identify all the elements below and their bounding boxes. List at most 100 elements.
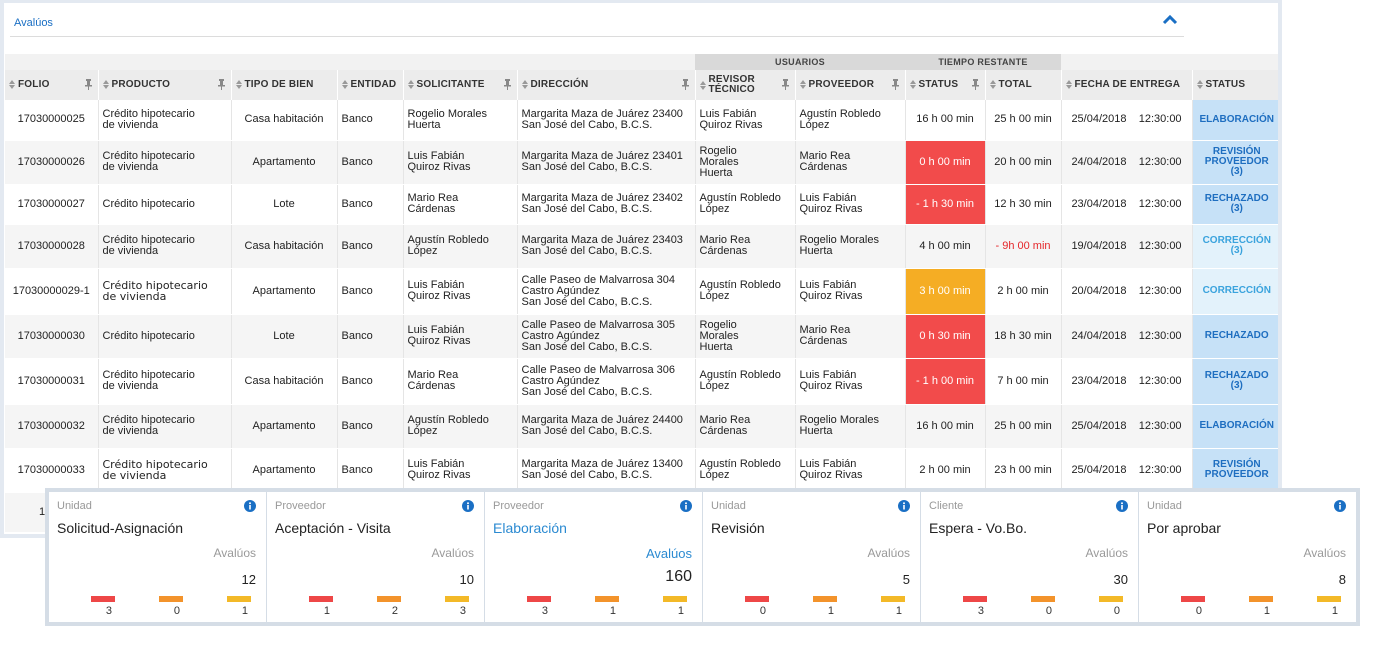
col-producto-header[interactable]: PRODUCTO	[98, 70, 232, 100]
col-tiempo-status-header[interactable]: STATUS	[905, 70, 986, 100]
kpi-bar	[527, 596, 551, 602]
sort-icon[interactable]	[407, 80, 414, 90]
sort-icon[interactable]	[9, 80, 15, 90]
pin-icon[interactable]	[681, 79, 689, 90]
cell-tipo-de-bien: Casa habitación	[231, 224, 338, 269]
pin-icon[interactable]	[891, 79, 899, 90]
cell-fecha-entrega: 25/04/2018 12:30:00	[1061, 448, 1193, 493]
sort-icon[interactable]	[1196, 80, 1203, 90]
kpi-value: 3	[459, 605, 466, 617]
table-row[interactable]: 17030000031 Crédito hipotecario de viviend…	[5, 358, 1278, 405]
info-icon[interactable]	[244, 500, 256, 512]
status-badge[interactable]: ELABORACIÓN	[1192, 100, 1278, 141]
cell-entidad: Banco	[337, 140, 404, 185]
cell-producto: Crédito hipotecario de vivienda	[98, 100, 232, 141]
summary-card[interactable]: Unidad Solicitud-Asignación Avalúos 12 3 0 1	[49, 492, 266, 622]
info-icon[interactable]	[680, 500, 692, 512]
kpi-value: 1	[323, 605, 330, 617]
kpi-bar	[595, 596, 619, 602]
table-row[interactable]: 17030000032 Crédito hipotecario de viviend…	[5, 404, 1278, 449]
col-tiempo-total-header[interactable]: TOTAL	[985, 70, 1062, 100]
kpi-bar	[1099, 596, 1123, 602]
kpi-bar	[159, 596, 183, 602]
cell-tipo-de-bien: Lote	[231, 184, 338, 225]
cell-producto: Crédito hipotecario de vivienda	[98, 268, 232, 315]
summary-card[interactable]: Proveedor Aceptación - Visita Avalúos 10 1 2 3	[267, 492, 484, 622]
col-direccion-header[interactable]: DIRECCIÓN	[517, 70, 696, 100]
table-row[interactable]: 17030000026 Crédito hipotecario de viviend…	[5, 140, 1278, 185]
col-proveedor-header[interactable]: PROVEEDOR	[795, 70, 906, 100]
cell-folio: 17030000032	[5, 404, 99, 449]
status-badge[interactable]: CORRECCIÓN (3)	[1192, 224, 1278, 269]
kpi-orange: 1	[813, 596, 837, 617]
kpi-value: 3	[541, 605, 548, 617]
sort-icon[interactable]	[235, 80, 242, 90]
sort-icon[interactable]	[909, 80, 916, 90]
table-row[interactable]: 17030000029-1 Crédito hipotecario de vivie…	[5, 268, 1278, 315]
summary-card[interactable]: Cliente Espera - Vo.Bo. Avalúos 30 3 0 0	[921, 492, 1138, 622]
status-badge[interactable]: RECHAZADO (3)	[1192, 358, 1278, 405]
kpi-bar	[881, 596, 905, 602]
status-badge[interactable]: RECHAZADO (3)	[1192, 184, 1278, 225]
col-revisor-tecnico-header[interactable]: REVISOR TÉCNICO	[695, 70, 796, 100]
cell-fecha-entrega: 24/04/2018 12:30:00	[1061, 314, 1193, 359]
table-row[interactable]: 17030000028 Crédito hipotecario de viviend…	[5, 224, 1278, 269]
cell-revisor: Agustín Robledo López	[695, 448, 796, 493]
kpi-red: 3	[527, 596, 551, 617]
sort-icon[interactable]	[799, 80, 806, 90]
pin-icon[interactable]	[503, 79, 511, 90]
info-icon[interactable]	[462, 500, 474, 512]
chevron-up-icon[interactable]	[1162, 13, 1178, 27]
kpi-yellow: 1	[663, 596, 687, 617]
card-caption: Avalúos	[1085, 546, 1128, 560]
col-tipo-de-bien-header[interactable]: TIPO DE BIEN	[231, 70, 338, 100]
col-entidad-header[interactable]: ENTIDAD	[337, 70, 404, 100]
pin-icon[interactable]	[781, 79, 789, 90]
pin-icon[interactable]	[84, 79, 92, 90]
table-row[interactable]: 17030000030 Crédito hipotecario Lote Banco L…	[5, 314, 1278, 359]
pin-icon[interactable]	[971, 79, 979, 90]
sort-icon[interactable]	[1065, 80, 1072, 90]
sort-icon[interactable]	[521, 80, 528, 90]
summary-card[interactable]: Unidad Revisión Avalúos 5 0 1 1	[703, 492, 920, 622]
cell-direccion: Margarita Maza de Juárez 24400 San José d…	[517, 404, 696, 449]
card-role: Cliente	[929, 500, 964, 512]
col-status-header[interactable]: STATUS	[1192, 70, 1278, 100]
cell-tiempo-status: 0 h 00 min	[905, 140, 986, 185]
table-row[interactable]: 17030000033 Crédito hipotecario de viviend…	[5, 448, 1278, 493]
summary-card[interactable]: Unidad Por aprobar Avalúos 8 0 1 1	[1139, 492, 1356, 622]
sort-icon[interactable]	[341, 80, 348, 90]
status-badge[interactable]: REVISIÓN PROVEEDOR	[1192, 448, 1278, 493]
card-stage: Solicitud-Asignación	[57, 520, 184, 536]
summary-card[interactable]: Proveedor Elaboración Avalúos 160 3 1 1	[485, 492, 702, 622]
status-badge[interactable]: ELABORACIÓN	[1192, 404, 1278, 449]
table-row[interactable]: 17030000027 Crédito hipotecario Lote Banco M…	[5, 184, 1278, 225]
col-folio-header[interactable]: FOLIO	[5, 70, 99, 100]
status-badge[interactable]: REVISIÓN PROVEEDOR (3)	[1192, 140, 1278, 185]
table-row[interactable]: 17030000025 Crédito hipotecario de viviend…	[5, 100, 1278, 141]
cell-tipo-de-bien: Apartamento	[231, 140, 338, 185]
info-icon[interactable]	[1334, 500, 1346, 512]
kpi-value: 1	[241, 605, 248, 617]
sort-icon[interactable]	[102, 80, 109, 90]
cell-proveedor: Rogelio Morales Huerta	[795, 224, 906, 269]
kpi-value: 0	[173, 605, 180, 617]
cell-direccion: Calle Paseo de Malvarrosa 304 Castro Agún…	[517, 268, 696, 315]
status-badge[interactable]: RECHAZADO	[1192, 314, 1278, 359]
card-count: 8	[1338, 572, 1346, 587]
cell-tiempo-status: 2 h 00 min	[905, 448, 986, 493]
cell-tiempo-total: - 9h 00 min	[985, 224, 1062, 269]
card-role: Unidad	[711, 500, 746, 512]
cell-direccion: Margarita Maza de Juárez 13400 San José d…	[517, 448, 696, 493]
col-solicitante-header[interactable]: SOLICITANTE	[403, 70, 518, 100]
info-icon[interactable]	[1116, 500, 1128, 512]
info-icon[interactable]	[898, 500, 910, 512]
status-badge[interactable]: CORRECCIÓN	[1192, 268, 1278, 315]
cell-tiempo-total: 25 h 00 min	[985, 404, 1062, 449]
sort-icon[interactable]	[699, 80, 706, 90]
pin-icon[interactable]	[217, 79, 225, 90]
col-fecha-entrega-header[interactable]: FECHA DE ENTREGA	[1061, 70, 1193, 100]
sort-icon[interactable]	[989, 80, 996, 90]
col-proveedor-label: PROVEEDOR	[808, 79, 875, 91]
kpi-bar	[227, 596, 251, 602]
